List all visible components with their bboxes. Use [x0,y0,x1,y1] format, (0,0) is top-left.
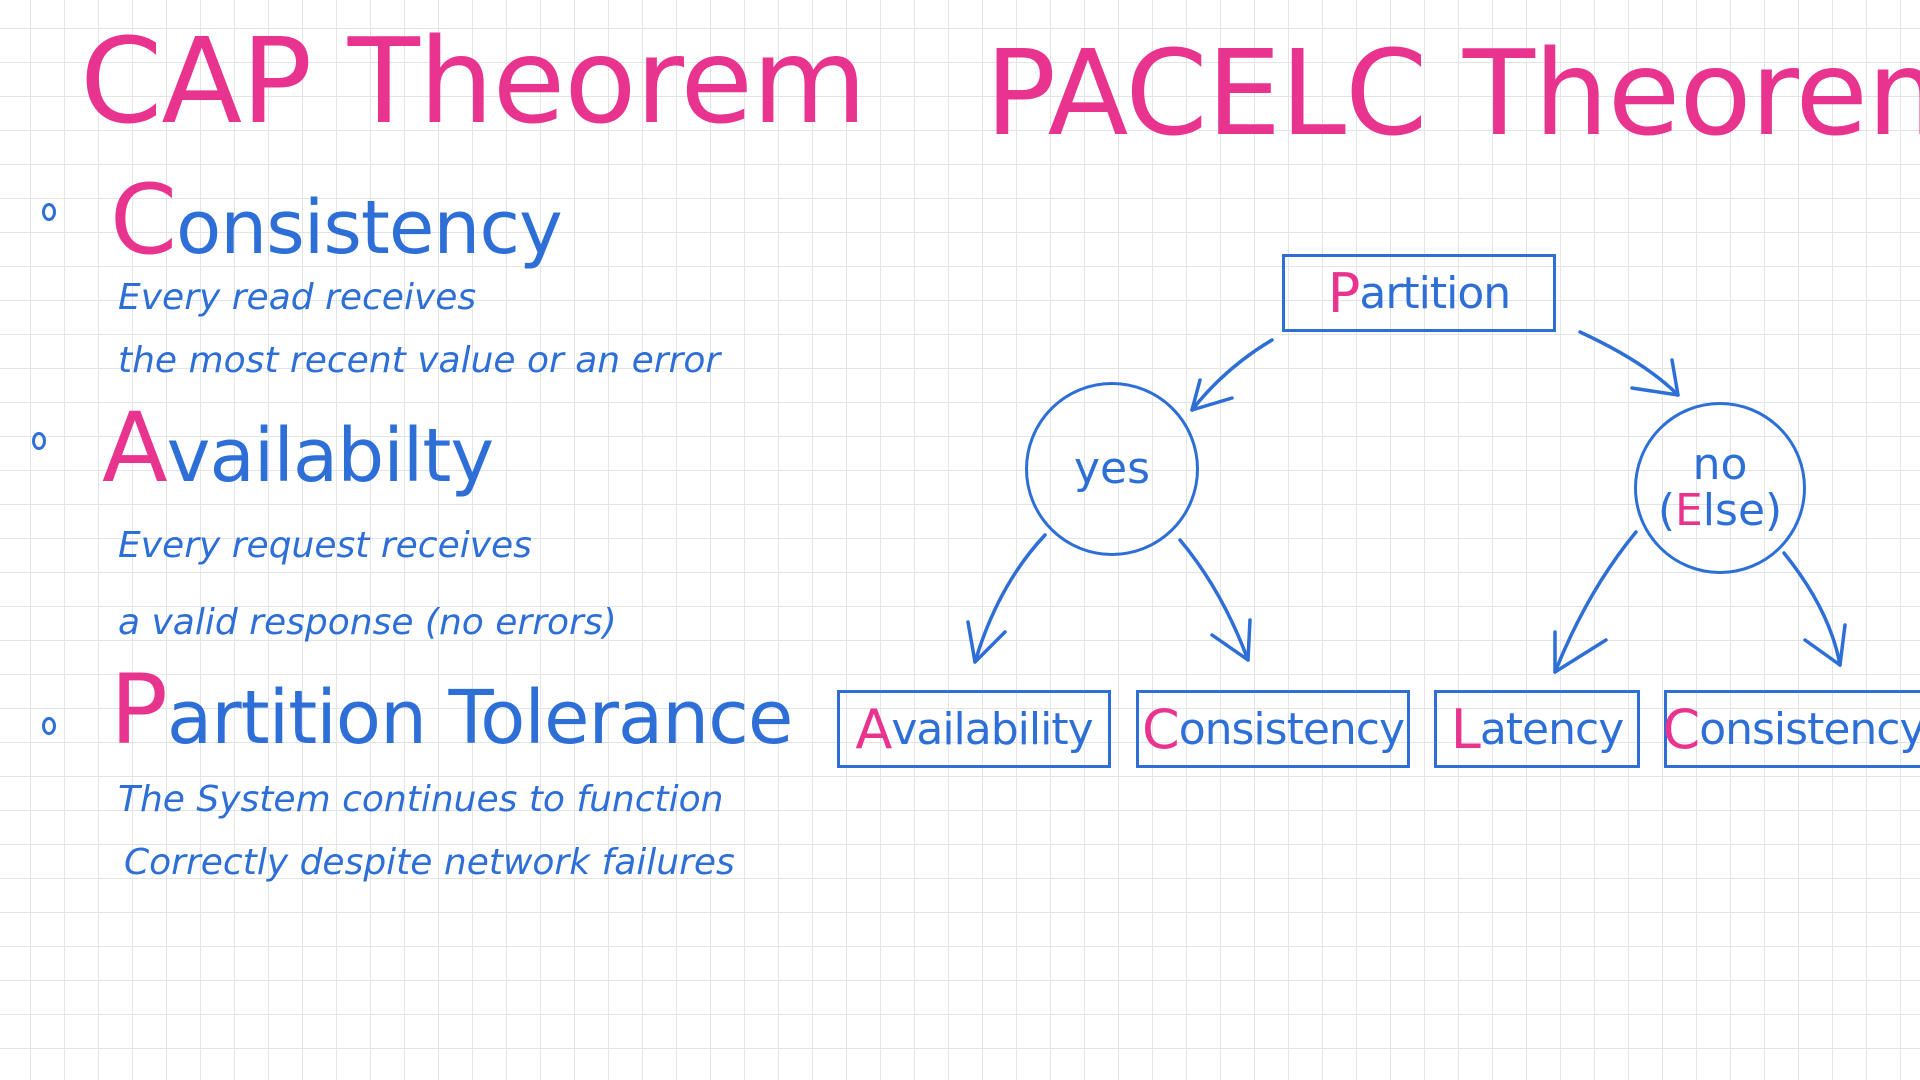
leaf-initial: L [1450,697,1481,761]
cap-heading-consistency: Consistency [110,172,563,271]
cap-desc-partition-tolerance-line1: The System continues to function [118,779,724,820]
arrow-yes-to-consistency [1178,538,1252,662]
heading-rest: onsistency [176,185,563,271]
heading-initial: C [110,164,177,276]
arrow-partition-to-yes [1190,338,1274,412]
heading-rest: vailabilty [166,413,495,499]
node-initial: P [1327,261,1361,325]
bullet-partition-tolerance [42,717,56,735]
leaf-label: onsistency [1178,703,1405,755]
bullet-consistency [42,203,56,221]
pacelc-theorem-title: PACELC Theorem [985,24,1920,162]
heading-initial: P [110,654,168,766]
leaf-initial: A [855,697,892,761]
leaf-label: atency [1479,703,1624,755]
node-label: yes [1073,442,1151,494]
arrow-partition-to-no [1578,330,1680,397]
heading-initial: A [102,392,168,504]
leaf-label: vailability [891,703,1093,755]
arrow-no-to-latency [1553,530,1638,674]
arrow-no-to-consistency [1782,551,1847,667]
bullet-availability [32,432,46,450]
leaf-initial: C [1662,697,1700,761]
leaf-label: onsistency [1699,703,1920,755]
cap-desc-partition-tolerance-line2: Correctly despite network failures [124,842,735,883]
node-label: artition [1359,267,1511,319]
cap-desc-availability-line1: Every request receives [118,525,532,566]
node-label-line2: (Else) [1657,485,1783,536]
cap-heading-partition-tolerance: Partition Tolerance [110,662,793,761]
leaf-availability: Availability [837,690,1111,768]
cap-desc-consistency-line1: Every read receives [118,277,477,318]
heading-rest: artition Tolerance [166,675,793,761]
cap-desc-consistency-line2: the most recent value or an error [118,340,721,381]
leaf-latency: Latency [1434,690,1640,768]
leaf-consistency-else: Consistency [1662,690,1920,768]
arrow-yes-to-availability [966,533,1047,664]
node-yes: yes [1025,382,1199,556]
cap-theorem-title: CAP Theorem [80,12,867,150]
node-label-line1: no [1692,438,1748,490]
cap-heading-availability: Availabilty [102,400,495,499]
leaf-initial: C [1141,697,1180,761]
cap-desc-availability-line2: a valid response (no errors) [118,602,617,643]
node-no-else: no (Else) [1634,402,1806,574]
leaf-consistency-partitioned: Consistency [1136,690,1410,768]
node-partition: Partition [1282,254,1556,332]
